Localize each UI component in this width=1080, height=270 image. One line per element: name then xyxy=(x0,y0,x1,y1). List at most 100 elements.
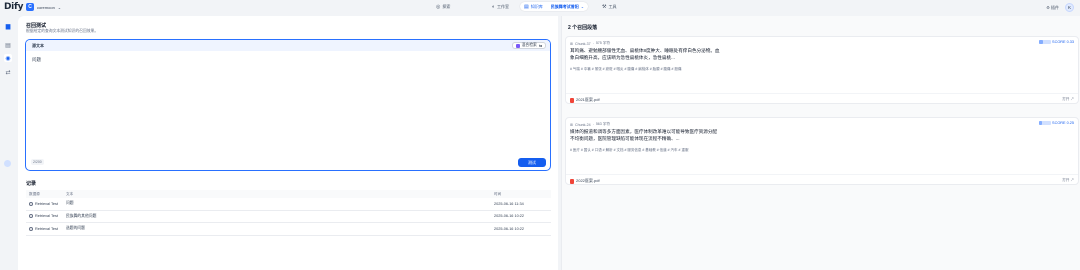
score-fill xyxy=(1039,40,1043,44)
nav-tools[interactable]: ⚒ 工具 xyxy=(598,2,620,11)
nav-knowledge[interactable]: ▤ 知识库 民族舞考试曾阳 ⌄ xyxy=(520,2,589,11)
table-row[interactable]: Retrieval Test 民族舞的其他问题 2025-06-16 10:22 xyxy=(26,211,551,223)
page-title: 召回测试 xyxy=(26,23,47,29)
workspace-badge: C xyxy=(26,3,34,11)
pdf-icon xyxy=(570,178,574,184)
chunk-text: 媒体的报道和调等多方面因素，医疗体制改革难以可能导致医疗资源分配不均衡问题，医院… xyxy=(570,129,718,141)
records-table: 数据源 文本 时间 Retrieval Test 问题 2025-06-16 1… xyxy=(26,190,551,236)
chevron-down-icon: ⌄ xyxy=(57,4,62,10)
folder-icon[interactable]: ▆ xyxy=(4,22,12,30)
workspace-switcher[interactable]: C coremoon ⌄ xyxy=(26,3,61,11)
file-name: 2022医案.pdf xyxy=(576,178,600,183)
records-header: 数据源 文本 时间 xyxy=(26,190,551,198)
compass-icon: ◎ xyxy=(436,3,441,10)
documents-icon[interactable]: ▤ xyxy=(4,41,12,49)
score-bar xyxy=(1039,121,1052,125)
app-logo[interactable]: Dify xyxy=(4,2,23,12)
workspace-name: coremoon xyxy=(37,4,55,10)
query-input[interactable]: 问题 xyxy=(32,57,41,63)
knowledge-breadcrumb[interactable]: 民族舞考试曾阳 xyxy=(551,4,579,10)
hybrid-search-icon xyxy=(515,43,520,48)
retrieval-method-label: 混合检索 xyxy=(521,43,537,47)
row-time: 2025-06-16 10:22 xyxy=(494,226,524,231)
score-badge: SCORE 0.33 xyxy=(1039,40,1074,44)
row-time: 2025-06-16 10:22 xyxy=(494,214,524,219)
page-subtitle: 根据给定的查询文本测试知识的召回效果。 xyxy=(26,29,99,33)
chunk-icon: ⊞ xyxy=(570,122,574,127)
nav-studio[interactable]: ◐ 工作室 xyxy=(488,2,513,11)
studio-icon: ◐ xyxy=(492,3,496,10)
source-file[interactable]: 2022医案.pdf xyxy=(570,178,600,184)
score-fill xyxy=(1039,121,1043,125)
target-icon[interactable]: ◉ xyxy=(4,54,12,62)
score-label: SCORE 0.33 xyxy=(1052,40,1074,44)
chunk-tags: # 医疗 # 国认 # 口语 # 解析 # 文档 # 服务信息 # 基础教 # … xyxy=(570,148,689,152)
retrieval-icon xyxy=(29,201,33,206)
avatar[interactable]: K xyxy=(1065,3,1074,12)
test-button[interactable]: 测试 xyxy=(518,158,546,167)
char-count: 2/200 xyxy=(31,159,44,165)
chunk-id: Chunk-37 xyxy=(575,41,591,46)
plugins-button[interactable]: ⚙ 插件 xyxy=(1046,5,1059,11)
chunk-chars: 575 字符 xyxy=(595,41,610,45)
column-text: 文本 xyxy=(66,191,74,196)
row-source: Retrieval Test xyxy=(35,226,58,231)
card-footer: 2021医案.pdf 打开 ↗ xyxy=(566,93,1078,104)
records-title: 记录 xyxy=(26,181,37,187)
open-link[interactable]: 打开 ↗ xyxy=(1062,97,1074,102)
source-text-label: 源文本 xyxy=(32,43,44,48)
file-name: 2021医案.pdf xyxy=(576,97,600,102)
arrow-up-right-icon: ↗ xyxy=(1070,97,1074,101)
nav-studio-label: 工作室 xyxy=(497,3,510,9)
open-link[interactable]: 打开 ↗ xyxy=(1062,178,1074,183)
open-label: 打开 xyxy=(1062,97,1070,101)
chunk-meta: ⊞ Chunk-24 · 563 字符 xyxy=(570,122,610,127)
source-file[interactable]: 2021医案.pdf xyxy=(570,97,600,103)
collapse-icon[interactable] xyxy=(4,160,11,167)
sidebar: ▆ ▤ ◉ ⇄ xyxy=(0,16,16,270)
score-label: SCORE 0.25 xyxy=(1052,121,1074,125)
row-text: 民族舞的其他问题 xyxy=(66,213,97,218)
retrieval-method-button[interactable]: 混合检索 ⇆ xyxy=(511,42,546,49)
chevron-down-icon: ⌄ xyxy=(580,4,585,9)
nav-tools-label: 工具 xyxy=(608,3,617,9)
separator: · xyxy=(592,122,594,127)
chunk-chars: 563 字符 xyxy=(595,122,610,126)
retrieval-icon xyxy=(29,226,33,231)
pdf-icon xyxy=(570,97,574,103)
nav-explore-label: 探索 xyxy=(442,3,451,9)
score-bar xyxy=(1039,40,1052,44)
row-text: 问题 xyxy=(66,201,74,206)
query-header: 源文本 混合检索 ⇆ xyxy=(26,40,550,51)
open-label: 打开 xyxy=(1062,178,1070,182)
separator: · xyxy=(592,41,594,46)
swap-icon: ⇆ xyxy=(538,44,542,48)
row-source: Retrieval Test xyxy=(35,201,58,206)
card-footer: 2022医案.pdf 打开 ↗ xyxy=(566,174,1078,185)
nav-knowledge-label: 知识库 xyxy=(530,3,543,9)
top-bar: Dify C coremoon ⌄ ◎ 探索 ◐ 工作室 ▤ 知识库 民族舞考试… xyxy=(0,0,1080,16)
retrieval-test-panel: 召回测试 根据给定的查询文本测试知识的召回效果。 源文本 混合检索 ⇆ 问题 2… xyxy=(18,16,558,270)
query-box: 源文本 混合检索 ⇆ 问题 2/200 测试 xyxy=(25,39,551,171)
wrench-icon: ⚒ xyxy=(602,3,607,10)
chunk-id: Chunk-24 xyxy=(575,122,591,127)
chunk-icon: ⊞ xyxy=(570,41,574,46)
nav-explore[interactable]: ◎ 探索 xyxy=(432,2,454,11)
plugins-label: 插件 xyxy=(1051,4,1059,10)
result-card[interactable]: ⊞ Chunk-37 · 575 字符 SCORE 0.33 耳鸣痛、避勉腰部僵… xyxy=(565,36,1079,104)
retrieval-icon xyxy=(29,214,33,219)
chunk-meta: ⊞ Chunk-37 · 575 字符 xyxy=(570,41,610,46)
column-time: 时间 xyxy=(494,191,502,196)
score-badge: SCORE 0.25 xyxy=(1039,121,1074,125)
plugin-icon: ⚙ xyxy=(1046,4,1050,10)
row-text: 选题的问题 xyxy=(66,226,85,231)
settings-icon[interactable]: ⇄ xyxy=(4,68,12,76)
table-row[interactable]: Retrieval Test 问题 2025-06-16 11:34 xyxy=(26,198,551,211)
arrow-up-right-icon: ↗ xyxy=(1070,178,1074,182)
results-title: 2 个召回段落 xyxy=(568,25,598,31)
table-row[interactable]: Retrieval Test 选题的问题 2025-06-16 10:22 xyxy=(26,223,551,236)
book-icon: ▤ xyxy=(524,3,529,10)
result-card[interactable]: ⊞ Chunk-24 · 563 字符 SCORE 0.25 媒体的报道和调等多… xyxy=(565,117,1079,185)
results-panel: 2 个召回段落 ⊞ Chunk-37 · 575 字符 SCORE 0.33 耳… xyxy=(561,16,1080,270)
row-source: Retrieval Test xyxy=(35,214,58,219)
